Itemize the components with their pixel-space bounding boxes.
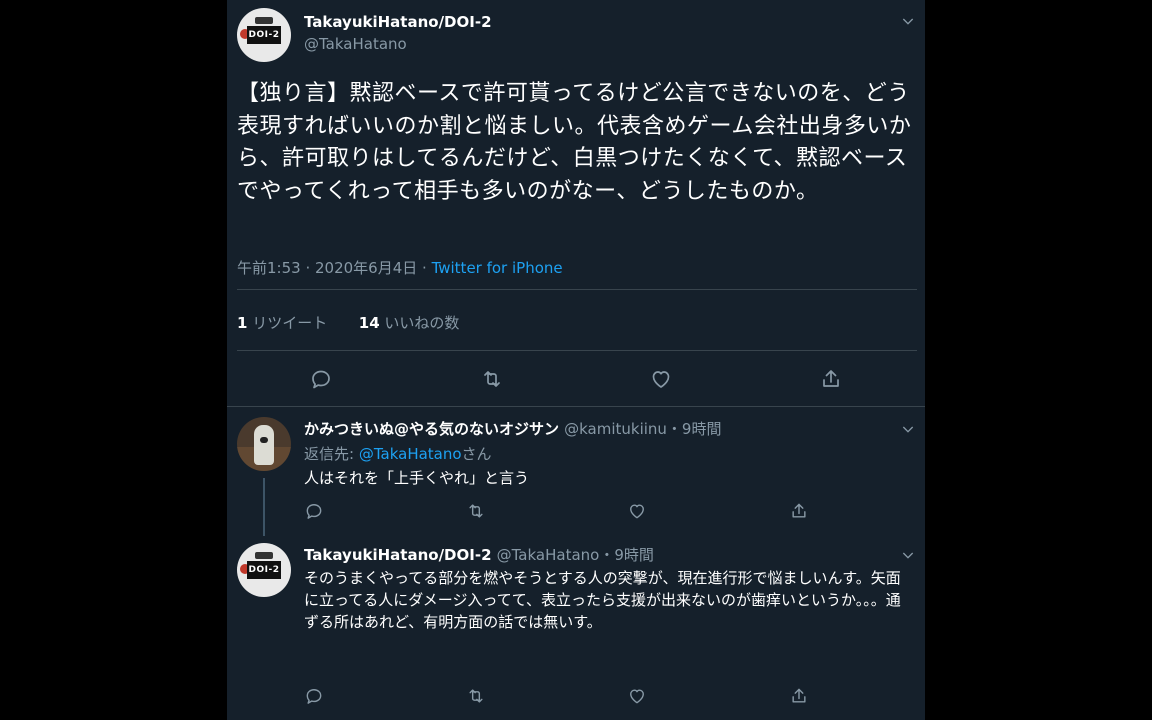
reply-mention[interactable]: @TakaHatano xyxy=(359,445,462,463)
avatar-logo-text: DOI-2 xyxy=(247,26,281,44)
retweet-stat[interactable]: 1 リツイート xyxy=(237,314,327,332)
like-stat[interactable]: 14 いいねの数 xyxy=(359,314,460,332)
like-icon[interactable] xyxy=(627,501,647,521)
reply-to-suffix: さん xyxy=(461,445,492,463)
tweet-source[interactable]: Twitter for iPhone xyxy=(432,259,563,277)
reply-to-line: 返信先: @TakaHatanoさん xyxy=(304,443,492,464)
tweet-separator xyxy=(227,406,925,407)
retweet-icon[interactable] xyxy=(466,501,486,521)
chevron-down-icon[interactable] xyxy=(900,13,916,29)
retweet-label: リツイート xyxy=(247,314,328,332)
reply-header: かみつきいぬ@やる気のないオジサン @kamitukiinu・9時間 xyxy=(304,418,721,439)
tweet-meta: 午前1:53 · 2020年6月4日 · Twitter for iPhone xyxy=(237,257,563,278)
retweet-icon[interactable] xyxy=(480,367,504,391)
thread-line xyxy=(263,478,265,536)
reply-icon[interactable] xyxy=(304,686,324,706)
display-name[interactable]: TakayukiHatano/DOI-2 xyxy=(304,546,492,564)
user-handle-time[interactable]: @TakaHatano・9時間 xyxy=(497,546,654,564)
like-icon[interactable] xyxy=(627,686,647,706)
divider xyxy=(237,289,917,290)
avatar-face xyxy=(260,437,268,443)
chevron-down-icon[interactable] xyxy=(900,421,916,437)
reply-icon[interactable] xyxy=(309,367,333,391)
main-tweet: DOI-2 TakayukiHatano/DOI-2 @TakaHatano 【… xyxy=(227,0,925,406)
display-name[interactable]: かみつきいぬ@やる気のないオジサン xyxy=(304,420,559,438)
reply-to-prefix: 返信先: xyxy=(304,445,359,463)
tweet-timestamp[interactable]: 午前1:53 · 2020年6月4日 · xyxy=(237,259,432,277)
retweet-icon[interactable] xyxy=(466,686,486,706)
tweet-panel: DOI-2 TakayukiHatano/DOI-2 @TakaHatano 【… xyxy=(227,0,925,720)
user-handle-time[interactable]: @kamitukiinu・9時間 xyxy=(564,420,721,438)
logo-mark xyxy=(255,552,273,559)
like-icon[interactable] xyxy=(649,367,673,391)
display-name[interactable]: TakayukiHatano/DOI-2 xyxy=(304,13,492,31)
avatar-figure xyxy=(254,425,274,465)
reply-text: 人はそれを「上手くやれ」と言う xyxy=(304,469,530,487)
reply-icon[interactable] xyxy=(304,501,324,521)
like-label: いいねの数 xyxy=(379,314,460,332)
like-count: 14 xyxy=(358,314,380,332)
chevron-down-icon[interactable] xyxy=(900,547,916,563)
avatar-logo-text: DOI-2 xyxy=(247,561,281,579)
logo-mark xyxy=(255,17,273,24)
avatar[interactable] xyxy=(237,417,291,471)
avatar[interactable]: DOI-2 xyxy=(237,543,291,597)
user-handle[interactable]: @TakaHatano xyxy=(304,35,407,53)
share-icon[interactable] xyxy=(789,686,809,706)
share-icon[interactable] xyxy=(789,501,809,521)
reply-text: そのうまくやってる部分を燃やそうとする人の突撃が、現在進行形で悩ましいんす。矢面… xyxy=(304,569,901,631)
share-icon[interactable] xyxy=(819,367,843,391)
tweet-text: 【独り言】黙認ベースで許可貰ってるけど公言できないのを、どう表現すればいいのか割… xyxy=(237,81,912,204)
reply-header: TakayukiHatano/DOI-2 @TakaHatano・9時間 xyxy=(304,544,654,565)
tweet-stats: 1 リツイート 14 いいねの数 xyxy=(237,312,459,333)
divider xyxy=(237,350,917,351)
retweet-count: 1 xyxy=(237,314,248,332)
avatar[interactable]: DOI-2 xyxy=(237,8,291,62)
